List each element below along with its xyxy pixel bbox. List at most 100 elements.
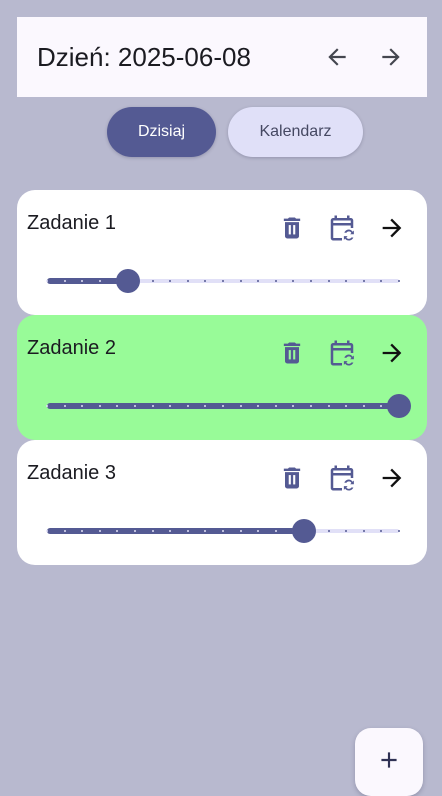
arrow-right-icon [378, 44, 404, 70]
slider-tick [64, 405, 66, 407]
delete-task-button[interactable] [272, 458, 312, 498]
slider-tick [222, 530, 224, 532]
slider-tick [398, 530, 400, 532]
slider-tick [380, 405, 382, 407]
task-progress-slider[interactable] [46, 516, 400, 546]
slider-active-track [47, 528, 304, 534]
trash-icon [278, 339, 306, 367]
slider-tick [169, 405, 171, 407]
plus-icon [376, 747, 402, 778]
task-title: Zadanie 2 [27, 337, 116, 359]
reschedule-task-button[interactable] [322, 208, 362, 248]
task-progress-slider[interactable] [46, 391, 411, 421]
slider-tick [380, 280, 382, 282]
open-task-button[interactable] [372, 458, 412, 498]
slider-tick [169, 280, 171, 282]
slider-tick [81, 530, 83, 532]
slider-tick [134, 530, 136, 532]
slider-thumb[interactable] [116, 269, 140, 293]
arrow-left-icon [324, 44, 350, 70]
next-day-button[interactable] [371, 37, 411, 77]
slider-tick [187, 280, 189, 282]
task-title: Zadanie 1 [27, 212, 116, 234]
slider-thumb[interactable] [387, 394, 411, 418]
slider-tick [240, 530, 242, 532]
slider-tick [240, 405, 242, 407]
slider-tick [292, 280, 294, 282]
slider-tick [363, 530, 365, 532]
slider-tick [81, 280, 83, 282]
slider-tick [204, 405, 206, 407]
slider-tick [380, 530, 382, 532]
task-card: Zadanie 3 [17, 440, 427, 565]
slider-tick [345, 405, 347, 407]
slider-tick [398, 280, 400, 282]
trash-icon [278, 464, 306, 492]
slider-tick [222, 280, 224, 282]
slider-tick [46, 530, 48, 532]
slider-tick [257, 530, 259, 532]
previous-day-button[interactable] [317, 37, 357, 77]
slider-tick [363, 405, 365, 407]
slider-tick [152, 405, 154, 407]
calendar-sync-icon [327, 213, 357, 243]
slider-tick [240, 280, 242, 282]
task-card: Zadanie 2 [17, 315, 427, 440]
slider-thumb[interactable] [292, 519, 316, 543]
slider-tick [257, 280, 259, 282]
slider-tick [222, 405, 224, 407]
slider-tick [187, 405, 189, 407]
reschedule-task-button[interactable] [322, 458, 362, 498]
slider-tick [310, 280, 312, 282]
slider-tick [204, 280, 206, 282]
arrow-right-icon [378, 339, 406, 367]
slider-tick [345, 530, 347, 532]
slider-tick [187, 530, 189, 532]
trash-icon [278, 214, 306, 242]
slider-tick [328, 405, 330, 407]
slider-tick [99, 405, 101, 407]
arrow-right-icon [378, 214, 406, 242]
delete-task-button[interactable] [272, 333, 312, 373]
slider-tick [328, 280, 330, 282]
calendar-sync-icon [327, 338, 357, 368]
task-progress-slider[interactable] [46, 266, 400, 296]
slider-tick [292, 405, 294, 407]
slider-tick [116, 405, 118, 407]
slider-tick [99, 280, 101, 282]
slider-tick [152, 530, 154, 532]
add-task-button[interactable] [355, 728, 423, 796]
slider-tick [116, 530, 118, 532]
open-task-button[interactable] [372, 208, 412, 248]
slider-tick [152, 280, 154, 282]
today-button[interactable]: Dzisiaj [107, 107, 216, 157]
slider-tick [310, 405, 312, 407]
slider-tick [64, 530, 66, 532]
open-task-button[interactable] [372, 333, 412, 373]
slider-tick [328, 530, 330, 532]
date-header: Dzień: 2025-06-08 [17, 17, 427, 97]
slider-tick [204, 530, 206, 532]
slider-tick [46, 405, 48, 407]
task-card: Zadanie 1 [17, 190, 427, 315]
reschedule-task-button[interactable] [322, 333, 362, 373]
slider-tick [46, 280, 48, 282]
slider-tick [169, 530, 171, 532]
calendar-button-label: Kalendarz [259, 123, 332, 140]
slider-tick [275, 280, 277, 282]
slider-tick [134, 405, 136, 407]
calendar-button[interactable]: Kalendarz [228, 107, 363, 157]
task-title: Zadanie 3 [27, 462, 116, 484]
slider-tick [257, 405, 259, 407]
today-button-label: Dzisiaj [137, 123, 186, 140]
arrow-right-icon [378, 464, 406, 492]
slider-tick [275, 405, 277, 407]
page-title: Dzień: 2025-06-08 [37, 42, 251, 72]
slider-tick [275, 530, 277, 532]
slider-tick [363, 280, 365, 282]
calendar-sync-icon [327, 463, 357, 493]
slider-tick [64, 280, 66, 282]
delete-task-button[interactable] [272, 208, 312, 248]
slider-tick [345, 280, 347, 282]
slider-tick [99, 530, 101, 532]
